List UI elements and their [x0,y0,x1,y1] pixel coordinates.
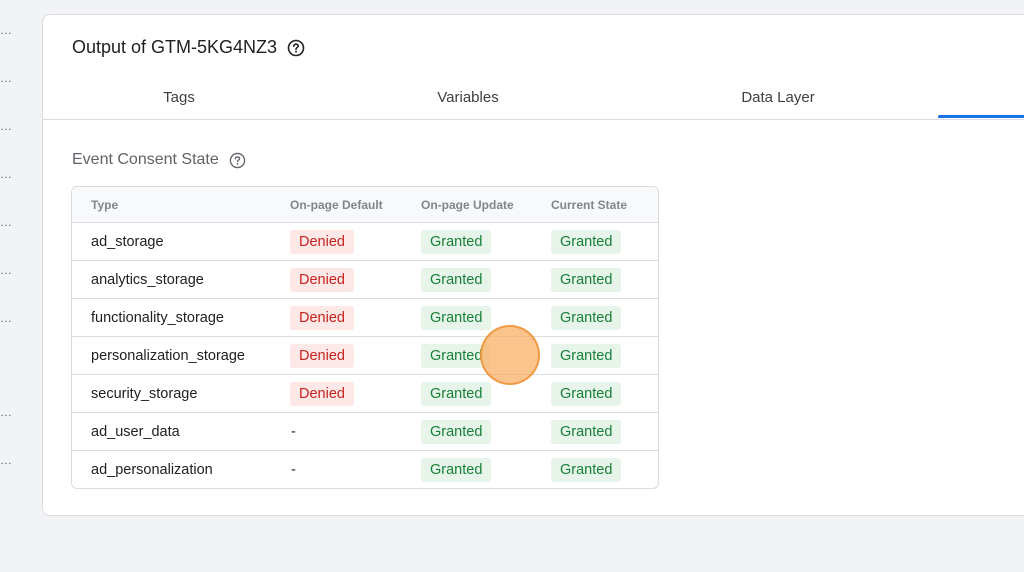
table-header-row: Type On-page Default On-page Update Curr… [72,187,658,223]
tab-tags[interactable]: Tags [73,77,285,117]
rail-item-dots[interactable]: … [0,216,12,228]
status-badge-granted: Granted [421,457,492,482]
rail-item-dots[interactable]: … [0,120,12,132]
status-badge-granted: Granted [551,305,622,330]
status-badge-granted: Granted [551,267,622,292]
status-badge-granted: Granted [421,305,492,330]
consent-table-container: Type On-page Default On-page Update Curr… [71,186,659,489]
table-row: ad_user_data - Granted Granted [72,412,658,451]
status-badge-granted: Granted [421,419,492,444]
help-circle-icon[interactable] [287,39,305,57]
active-tab-indicator [938,115,1024,118]
consent-type: analytics_storage [72,260,290,299]
status-badge-granted: Granted [551,419,622,444]
status-badge-granted: Granted [551,229,622,254]
consent-type: functionality_storage [72,298,290,337]
table-row: security_storage Denied Granted Granted [72,374,658,413]
column-header-type: Type [72,187,290,223]
column-header-default: On-page Default [290,187,421,223]
status-badge-granted: Granted [551,381,622,406]
rail-item-dots[interactable]: … [0,264,12,276]
section-title-row: Event Consent State [72,151,247,169]
rail-item-dots[interactable]: … [0,24,12,36]
table-row: functionality_storage Denied Granted Gra… [72,298,658,337]
consent-type: ad_user_data [72,412,290,451]
rail-item-dots[interactable]: … [0,168,12,180]
consent-table: Type On-page Default On-page Update Curr… [72,187,658,488]
status-badge-denied: Denied [290,381,354,406]
status-badge-denied: Denied [290,267,354,292]
card-title-row: Output of GTM-5KG4NZ3 [72,37,305,58]
left-rail: … … … … … … … … … [0,0,14,572]
empty-default-value: - [291,423,296,440]
table-row: analytics_storage Denied Granted Granted [72,260,658,299]
table-row: ad_storage Denied Granted Granted [72,222,658,261]
rail-item-dots[interactable]: … [0,454,12,466]
table-row: ad_personalization - Granted Granted [72,451,658,489]
status-badge-denied: Denied [290,229,354,254]
rail-item-dots[interactable]: … [0,312,12,324]
column-header-update: On-page Update [421,187,551,223]
tab-variables[interactable]: Variables [363,77,573,117]
tab-data-layer[interactable]: Data Layer [673,77,883,117]
consent-type: ad_personalization [91,461,213,478]
table-row: personalization_storage Denied Granted G… [72,336,658,375]
status-badge-granted: Granted [421,381,492,406]
consent-type: security_storage [72,374,290,413]
help-circle-icon[interactable] [229,151,247,169]
status-badge-granted: Granted [421,229,492,254]
click-highlight-indicator [480,325,540,385]
status-badge-denied: Denied [290,343,354,368]
status-badge-granted: Granted [421,267,492,292]
column-header-current: Current State [551,187,658,223]
empty-default-value: - [291,461,296,478]
output-card: Output of GTM-5KG4NZ3 Tags Variables Dat… [42,14,1024,516]
card-title: Output of GTM-5KG4NZ3 [72,37,278,57]
status-badge-denied: Denied [290,305,354,330]
status-badge-granted: Granted [551,457,622,482]
rail-item-dots[interactable]: … [0,406,12,418]
consent-type: ad_storage [72,222,290,261]
rail-item-dots[interactable]: … [0,72,12,84]
tab-bar: Tags Variables Data Layer [43,77,1024,120]
consent-type: personalization_storage [72,336,290,375]
status-badge-granted: Granted [551,343,622,368]
tab-active-offscreen[interactable] [938,77,1024,117]
section-title: Event Consent State [72,151,219,168]
